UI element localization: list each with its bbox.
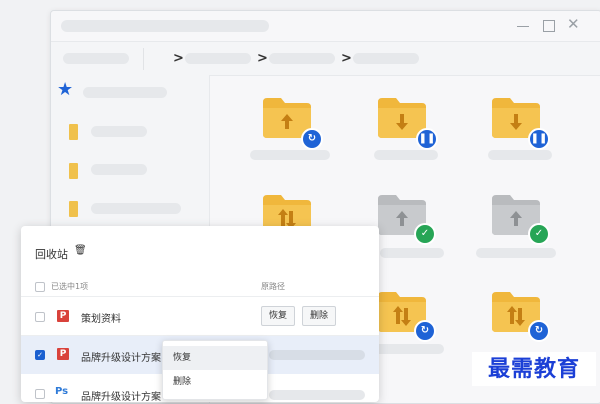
file-name: 品牌升级设计方案 [81, 392, 161, 403]
maximize-button[interactable] [543, 20, 555, 32]
sync-icon: ↻ [528, 320, 550, 342]
pause-icon: ❚❚ [416, 128, 438, 150]
folder-tile[interactable]: ↻ [378, 292, 436, 342]
folder-name-placeholder [476, 248, 556, 258]
psd-file-icon: Ps [55, 386, 69, 397]
folder-tile[interactable]: ↻ [263, 98, 323, 150]
close-icon: ✕ [567, 15, 580, 33]
row-checkbox[interactable] [35, 312, 45, 322]
table-row[interactable]: P 策划资料 恢复 删除 [21, 298, 379, 334]
restore-button[interactable]: 恢复 [261, 306, 295, 326]
breadcrumb-placeholder[interactable] [353, 53, 419, 64]
sync-icon: ↻ [414, 320, 436, 342]
divider [143, 48, 144, 70]
check-icon: ✓ [528, 223, 550, 245]
window-title-placeholder [61, 20, 269, 32]
path-placeholder [269, 350, 365, 360]
row-checkbox-checked[interactable]: ✓ [35, 350, 45, 360]
context-menu: 恢复 删除 [162, 340, 268, 400]
recycle-bin-title: 回收站 [35, 248, 68, 261]
delete-button[interactable]: 删除 [302, 306, 336, 326]
sidebar-item[interactable] [91, 126, 147, 137]
chevron-right-icon: > [341, 51, 352, 66]
sync-icon: ↻ [301, 128, 323, 150]
context-menu-restore[interactable]: 恢复 [163, 346, 267, 370]
path-placeholder [269, 390, 365, 400]
trash-icon[interactable]: 🗑 [74, 245, 87, 256]
sidebar-item-favorites[interactable] [83, 87, 167, 98]
select-all-checkbox[interactable] [35, 282, 45, 292]
nav-placeholder [63, 53, 129, 64]
sidebar-item[interactable] [91, 203, 181, 214]
chevron-right-icon: > [257, 51, 268, 66]
folder-name-placeholder [380, 248, 444, 258]
divider [21, 296, 379, 297]
check-icon: ✓ [414, 223, 436, 245]
ppt-file-icon: P [57, 348, 69, 360]
minimize-button[interactable] [517, 19, 529, 33]
folder-icon [69, 201, 78, 217]
watermark-logo: 最需教育 [472, 352, 596, 386]
pause-icon: ❚❚ [528, 128, 550, 150]
sidebar-item[interactable] [91, 164, 147, 175]
folder-tile[interactable]: ✓ [378, 195, 436, 245]
minimize-icon [517, 26, 529, 27]
row-checkbox[interactable] [35, 389, 45, 399]
breadcrumb-placeholder[interactable] [185, 53, 251, 64]
folder-name-placeholder [250, 150, 330, 160]
original-path-header: 原路径 [261, 282, 285, 291]
folder-icon [69, 124, 78, 140]
breadcrumb-placeholder[interactable] [269, 53, 335, 64]
selected-count-header: 已选中1项 [51, 282, 89, 291]
folder-tile[interactable]: ↻ [492, 292, 550, 342]
chevron-right-icon: > [173, 51, 184, 66]
folder-tile[interactable]: ✓ [492, 195, 550, 245]
address-bar[interactable]: > > > [51, 41, 600, 76]
folder-name-placeholder [488, 150, 552, 160]
context-menu-delete[interactable]: 删除 [163, 370, 267, 394]
star-icon: ★ [57, 79, 74, 100]
close-button[interactable]: ✕ [567, 17, 580, 32]
folder-name-placeholder [374, 344, 444, 354]
file-name: 品牌升级设计方案 [81, 353, 161, 364]
file-name: 策划资料 [81, 314, 121, 325]
folder-tile[interactable]: ❚❚ [378, 98, 438, 150]
title-bar: ✕ [51, 11, 600, 41]
ppt-file-icon: P [57, 310, 69, 322]
folder-tile[interactable]: ❚❚ [492, 98, 550, 150]
folder-icon [69, 163, 78, 179]
folder-name-placeholder [374, 150, 438, 160]
